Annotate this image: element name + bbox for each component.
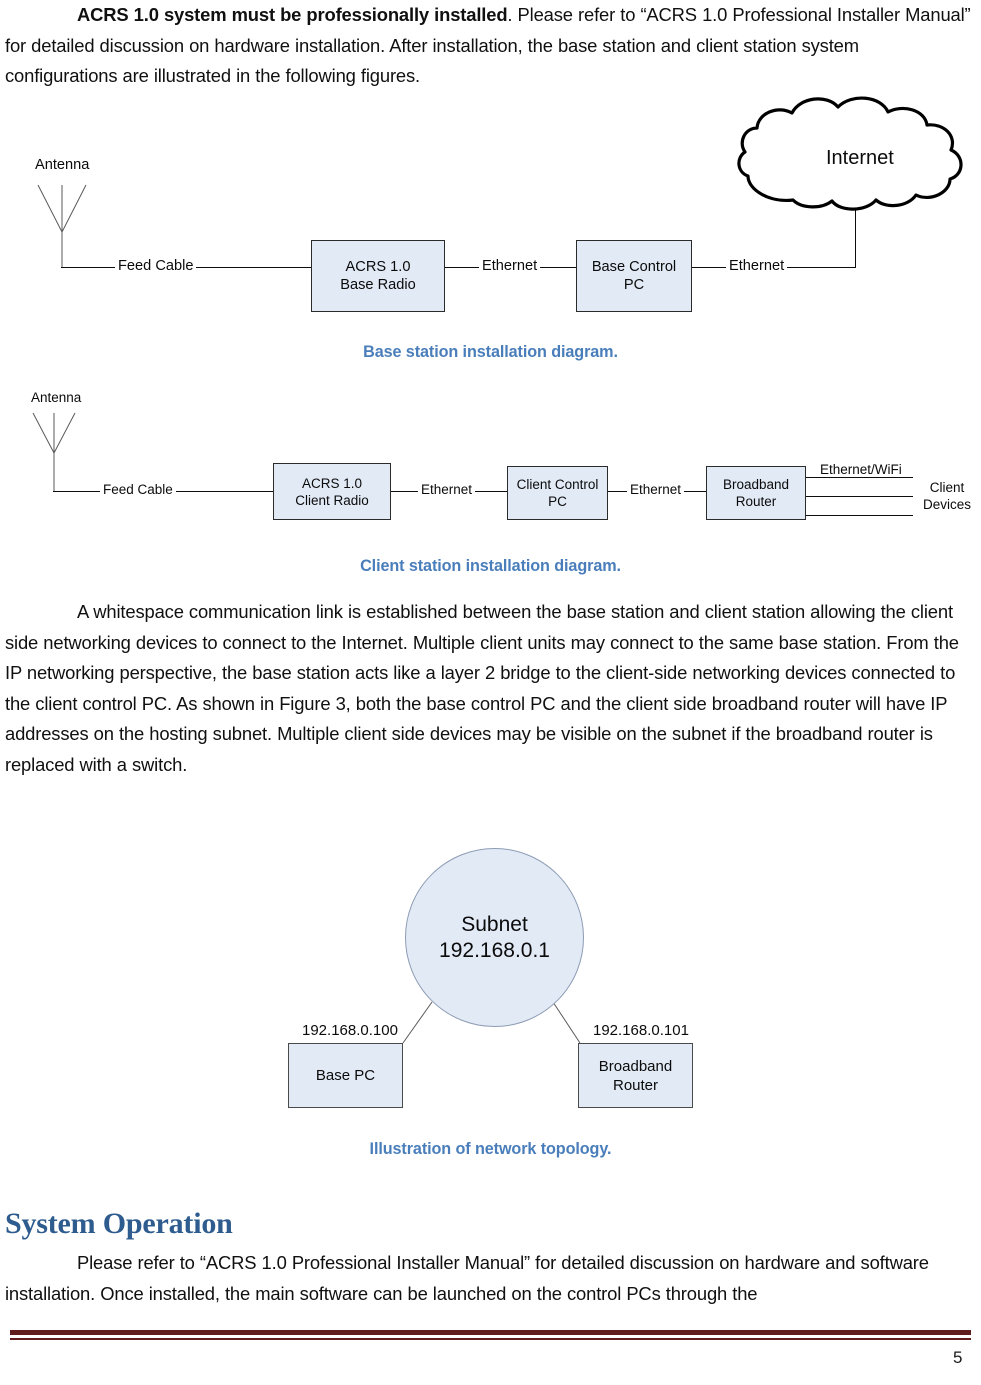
internet-cloud-icon bbox=[737, 96, 963, 211]
base-control-pc-line2: PC bbox=[623, 277, 645, 293]
acrs-base-radio-line1: ACRS 1.0 bbox=[345, 259, 411, 275]
node-client-control-pc: Client Control PC bbox=[507, 466, 608, 520]
acrs-base-radio-line2: Base Radio bbox=[340, 277, 416, 293]
topology-router-line1: Broadband bbox=[598, 1057, 673, 1075]
broadband-router-line2: Router bbox=[735, 494, 777, 509]
base-pc-label: Base PC bbox=[315, 1066, 376, 1084]
ethernet-label-3: Ethernet bbox=[418, 481, 476, 498]
ethernet-wifi-label: Ethernet/WiFi bbox=[820, 462, 902, 477]
node-acrs-base-radio: ACRS 1.0 Base Radio bbox=[311, 240, 445, 312]
client-devices-line1: Client bbox=[929, 480, 965, 495]
router-ip-label: 192.168.0.101 bbox=[593, 1022, 689, 1039]
subnet-line1: Subnet bbox=[461, 912, 528, 936]
client-devices-line2: Devices bbox=[922, 497, 971, 512]
acrs-client-radio-line1: ACRS 1.0 bbox=[301, 475, 362, 491]
node-base-control-pc: Base Control PC bbox=[576, 240, 692, 312]
topology-router-line2: Router bbox=[612, 1076, 659, 1094]
client-devices-label: Client Devices bbox=[916, 479, 978, 513]
acrs-client-radio-line2: Client Radio bbox=[295, 492, 369, 508]
base-pc-ip-label: 192.168.0.100 bbox=[302, 1022, 398, 1039]
client-control-pc-line2: PC bbox=[548, 494, 567, 509]
client-control-pc-line1: Client Control bbox=[516, 477, 599, 492]
node-broadband-router-client: Broadband Router bbox=[706, 466, 806, 520]
figure-base-station: Antenna Feed Cable ACRS 1.0 Base Radio E… bbox=[0, 0, 981, 312]
node-topology-broadband-router: Broadband Router bbox=[578, 1043, 693, 1108]
node-base-pc: Base PC bbox=[288, 1043, 403, 1108]
node-acrs-client-radio: ACRS 1.0 Client Radio bbox=[273, 463, 391, 520]
feed-cable-label-2: Feed Cable bbox=[100, 481, 176, 498]
ethernet-label-4: Ethernet bbox=[627, 481, 685, 498]
node-subnet-circle: Subnet 192.168.0.1 bbox=[405, 848, 584, 1027]
broadband-router-line1: Broadband bbox=[722, 477, 790, 492]
subnet-line2: 192.168.0.1 bbox=[439, 938, 550, 962]
base-control-pc-line1: Base Control bbox=[591, 259, 677, 275]
internet-cloud-label: Internet bbox=[826, 147, 894, 169]
antenna-label-2: Antenna bbox=[31, 390, 82, 405]
